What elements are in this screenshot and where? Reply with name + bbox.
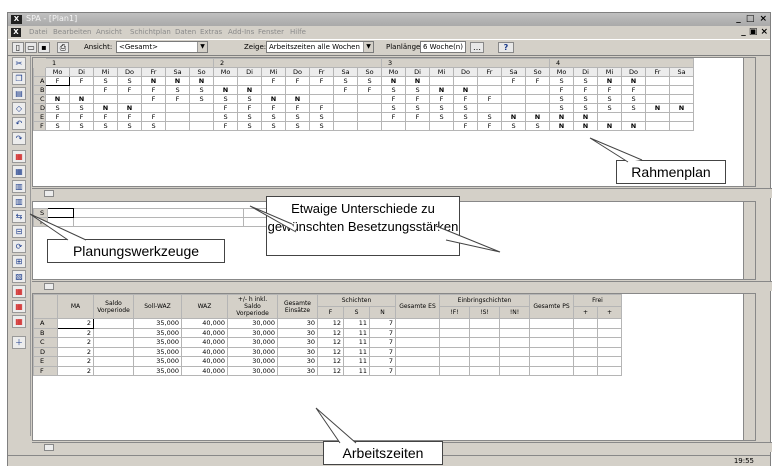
callout-pointers [29, 137, 643, 444]
screenshot: X SPA - [Plan1] _ □ × X Datei Bearbeiten… [0, 0, 776, 472]
